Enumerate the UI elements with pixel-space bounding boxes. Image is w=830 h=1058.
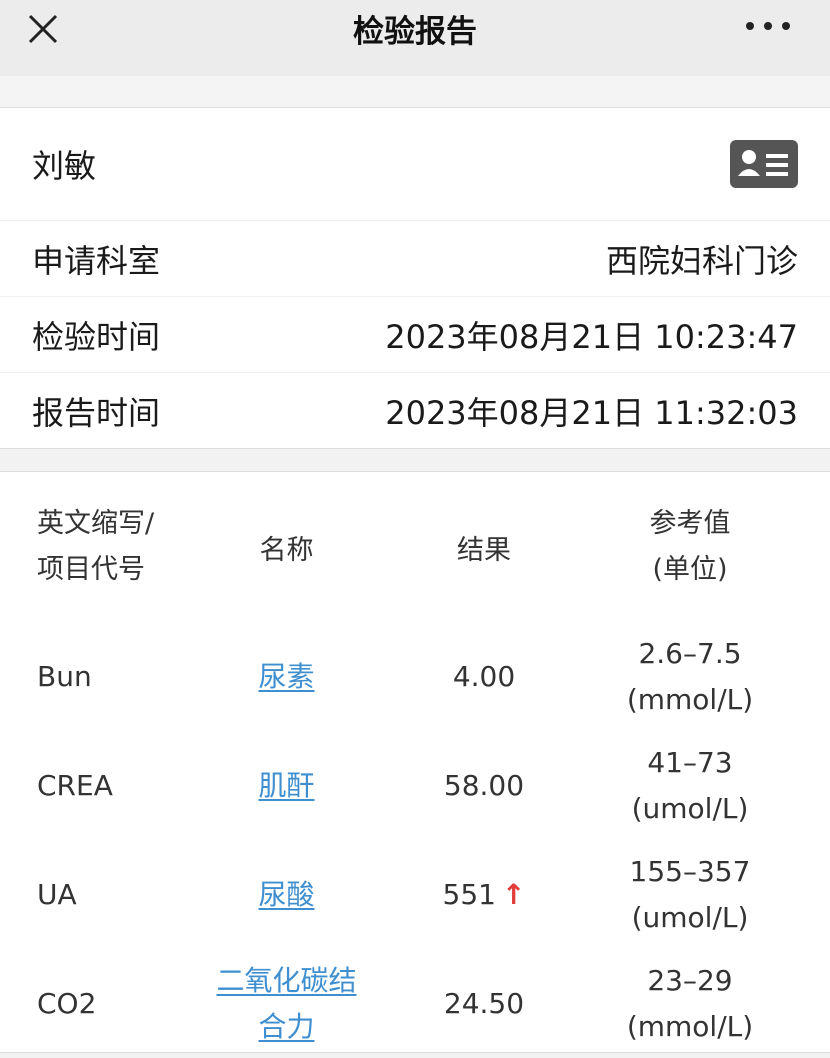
table-row: UA 尿酸 551 ↑ 155–357 (umol/L) xyxy=(0,840,830,949)
id-card-button[interactable] xyxy=(730,140,798,188)
item-reference: 41–73 (umol/L) xyxy=(631,745,749,825)
top-navigation-bar: 检验报告 xyxy=(0,0,830,76)
patient-info-card: 刘敏 申请科室 西院妇科门诊 检验时间 2023年08月21日 10:23:47… xyxy=(0,108,830,449)
result-value: 551 xyxy=(442,878,496,911)
table-row: CREA 肌酐 58.00 41–73 (umol/L) xyxy=(0,731,830,840)
table-header: 英文缩写/ 项目代号 名称 结果 参考值 (单位) xyxy=(0,472,830,622)
header-reference: 参考值 (单位) xyxy=(649,508,731,585)
item-name-link[interactable]: 肌酐 xyxy=(258,769,314,802)
item-name-link[interactable]: 合力 xyxy=(195,1004,378,1050)
item-reference: 2.6–7.5 (mmol/L) xyxy=(626,636,754,716)
item-code: Bun xyxy=(37,659,92,693)
item-reference: 155–357 (umol/L) xyxy=(629,854,751,934)
page-title: 检验报告 xyxy=(353,13,477,50)
close-button[interactable] xyxy=(26,12,60,46)
item-result: 4.00 xyxy=(452,660,516,693)
item-name-link[interactable]: 尿酸 xyxy=(258,878,314,911)
item-reference: 23–29 (mmol/L) xyxy=(626,963,754,1043)
header-name: 名称 xyxy=(259,534,314,566)
header-abbr: 英文缩写/ 项目代号 xyxy=(37,508,155,585)
department-value: 西院妇科门诊 xyxy=(605,241,798,280)
item-code: CO2 xyxy=(37,986,97,1020)
item-name-link-wrap[interactable]: 二氧化碳结 合力 xyxy=(195,958,378,1050)
report-time-value: 2023年08月21日 11:32:03 xyxy=(385,393,798,432)
table-row: Bun 尿素 4.00 2.6–7.5 (mmol/L) xyxy=(0,622,830,731)
item-code: CREA xyxy=(37,768,113,802)
department-row: 申请科室 西院妇科门诊 xyxy=(0,221,830,296)
item-result: 551 ↑ xyxy=(378,878,590,911)
test-time-row: 检验时间 2023年08月21日 10:23:47 xyxy=(0,296,830,372)
report-time-label: 报告时间 xyxy=(32,393,161,432)
report-time-row: 报告时间 2023年08月21日 11:32:03 xyxy=(0,372,830,448)
table-row: CO2 二氧化碳结 合力 24.50 23–29 (mmol/L) xyxy=(0,949,830,1058)
item-name-link[interactable]: 二氧化碳结 xyxy=(195,958,378,1004)
test-time-label: 检验时间 xyxy=(32,317,161,356)
department-label: 申请科室 xyxy=(32,241,161,280)
results-table: 英文缩写/ 项目代号 名称 结果 参考值 (单位) Bun 尿素 4.00 2.… xyxy=(0,472,830,1053)
item-result: 24.50 xyxy=(443,987,525,1020)
header-result: 结果 xyxy=(457,534,511,566)
close-icon xyxy=(28,14,58,44)
arrow-up-icon: ↑ xyxy=(501,878,526,911)
test-time-value: 2023年08月21日 10:23:47 xyxy=(385,317,798,356)
section-spacer xyxy=(0,76,830,108)
patient-name: 刘敏 xyxy=(32,147,97,185)
more-dots-icon xyxy=(746,22,754,30)
more-options-button[interactable] xyxy=(746,8,790,44)
id-card-icon xyxy=(738,150,788,176)
item-name-link[interactable]: 尿素 xyxy=(258,660,314,693)
section-gap xyxy=(0,449,830,472)
item-code: UA xyxy=(37,877,77,911)
patient-name-row: 刘敏 xyxy=(0,108,830,221)
item-result: 58.00 xyxy=(443,769,525,802)
